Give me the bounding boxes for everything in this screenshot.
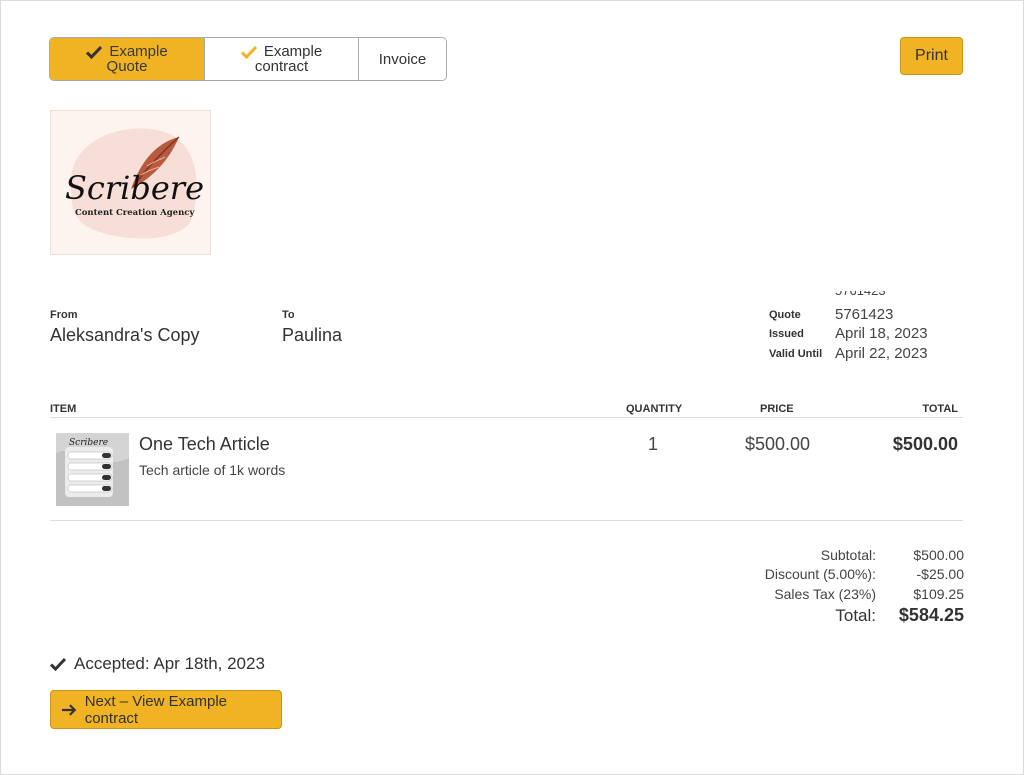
issued-label: Issued (769, 328, 804, 340)
from-label: From (50, 309, 78, 321)
document-tabs: Example Quote Example contract Invoice (49, 37, 447, 81)
logo-graphic: Scribere Content Creation Agency (65, 128, 204, 239)
tab-label-line2: Quote (106, 58, 148, 75)
item-quantity: 1 (648, 434, 659, 454)
accepted-status: Accepted: Apr 18th, 2023 (50, 654, 265, 674)
quote-value: 5761423 (835, 306, 894, 323)
item-description: Tech article of 1k words (139, 462, 286, 478)
accepted-text: Accepted: Apr 18th, 2023 (74, 654, 265, 673)
column-header-price: PRICE (760, 403, 794, 415)
from-value: Aleksandra's Copy (50, 325, 200, 345)
tab-label-line2: contract (254, 58, 309, 75)
row-divider (50, 520, 963, 521)
issued-value: April 18, 2023 (835, 325, 928, 342)
logo-tagline: Content Creation Agency (75, 208, 195, 218)
column-header-item: ITEM (50, 403, 77, 415)
item-total: $500.00 (892, 434, 958, 454)
sales-tax-label: Sales Tax (23%) (774, 586, 876, 602)
total-label: Total: (835, 606, 876, 625)
logo-wordmark: Scribere (65, 169, 204, 207)
item-thumbnail: Scribere (56, 433, 129, 506)
discount-value: -$25.00 (916, 566, 964, 582)
valid-until-label: Valid Until (769, 348, 823, 360)
check-icon (86, 45, 103, 59)
company-logo: Scribere Content Creation Agency (50, 110, 211, 255)
svg-text:Scribere: Scribere (69, 438, 108, 448)
header-divider (50, 417, 963, 418)
tab-label: Invoice (378, 50, 427, 68)
next-view-contract-button[interactable]: Next – View Example contract (50, 690, 282, 729)
item-name: One Tech Article (139, 434, 270, 454)
sales-tax-value: $109.25 (913, 586, 964, 602)
check-icon (50, 657, 66, 671)
tab-example-contract[interactable]: Example contract (205, 38, 359, 80)
quote-number-clipped: 5761423 (835, 291, 895, 297)
to-value: Paulina (282, 325, 343, 345)
subtotal-label: Subtotal: (820, 547, 876, 563)
quote-label: Quote (769, 309, 801, 321)
check-icon (240, 45, 257, 59)
total-value: $584.25 (898, 605, 964, 625)
next-button-label: Next – View Example contract (84, 692, 228, 727)
column-header-quantity: QUANTITY (626, 403, 683, 415)
discount-label: Discount (5.00%): (764, 566, 876, 582)
subtotal-value: $500.00 (913, 547, 964, 563)
to-label: To (282, 309, 295, 321)
column-header-total: TOTAL (922, 403, 958, 415)
arrow-right-icon (61, 703, 77, 716)
item-price: $500.00 (745, 434, 811, 454)
valid-until-value: April 22, 2023 (835, 345, 928, 362)
tab-example-quote[interactable]: Example Quote (50, 38, 205, 80)
tab-label-line1: Example (263, 43, 323, 60)
tab-invoice[interactable]: Invoice (359, 38, 446, 80)
print-button[interactable]: Print (900, 37, 963, 75)
tab-label-line1: Example (109, 43, 168, 60)
